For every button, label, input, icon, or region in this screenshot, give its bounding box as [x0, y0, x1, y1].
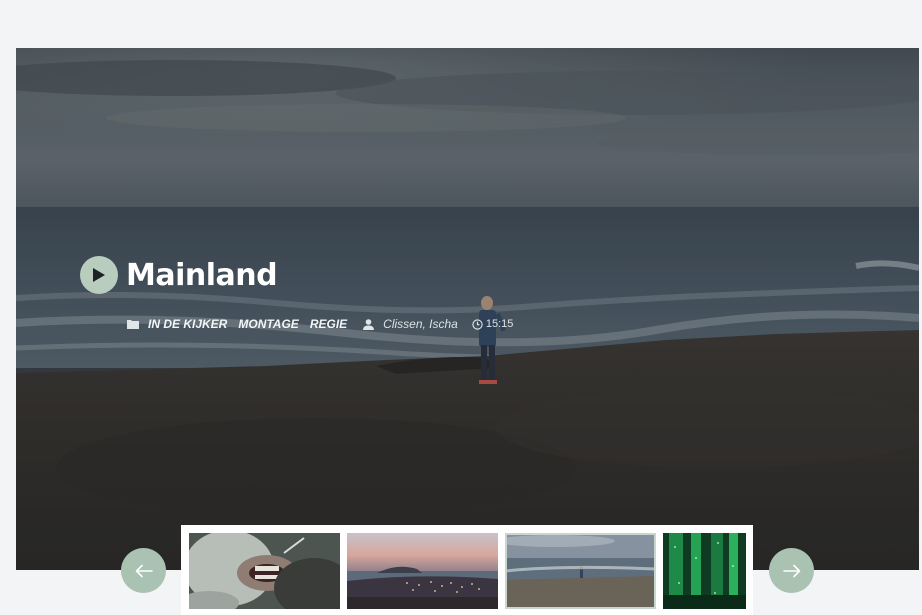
- play-icon: [93, 268, 105, 282]
- thumbnail-item[interactable]: [189, 533, 340, 609]
- video-title[interactable]: Mainland: [126, 258, 278, 293]
- page: Mainland IN DE KIJKER MONTAGE REGIE Clis…: [0, 0, 922, 615]
- thumbnail-strip: [181, 525, 753, 615]
- category-link-in-de-kijker[interactable]: IN DE KIJKER: [148, 317, 227, 331]
- play-button[interactable]: [80, 256, 118, 294]
- video-meta: IN DE KIJKER MONTAGE REGIE Clissen, Isch…: [127, 317, 513, 331]
- thumbnail-item-active[interactable]: [505, 533, 656, 609]
- thumbnail-item[interactable]: [663, 533, 746, 609]
- arrow-left-icon: [135, 564, 153, 577]
- thumbnail-image: [663, 533, 746, 609]
- thumbnail-image: [505, 533, 656, 609]
- author-link[interactable]: Clissen, Ischa: [383, 317, 458, 331]
- title-row: Mainland: [80, 256, 278, 294]
- thumbnail-item[interactable]: [347, 533, 498, 609]
- arrow-right-icon: [782, 564, 800, 577]
- hero-overlay: [16, 48, 919, 570]
- thumbnail-image: [347, 533, 498, 609]
- hero-slide[interactable]: Mainland IN DE KIJKER MONTAGE REGIE Clis…: [16, 48, 919, 570]
- carousel-next-button[interactable]: [769, 548, 814, 593]
- category-link-montage[interactable]: MONTAGE: [238, 317, 298, 331]
- carousel-prev-button[interactable]: [121, 548, 166, 593]
- category-link-regie[interactable]: REGIE: [310, 317, 347, 331]
- video-duration: 15:15: [485, 318, 514, 330]
- folder-icon: [127, 320, 139, 329]
- thumbnail-image: [189, 533, 340, 609]
- clock-icon: [472, 318, 483, 330]
- user-icon: [363, 318, 375, 330]
